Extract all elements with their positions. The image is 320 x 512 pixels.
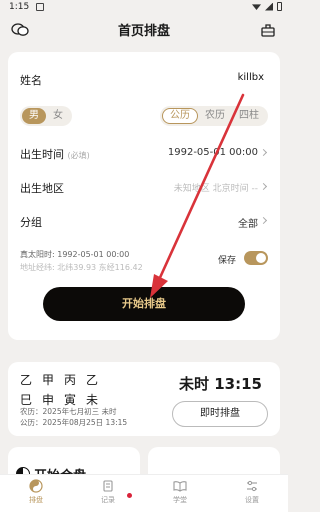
tab-school[interactable]: 学堂 xyxy=(160,479,200,505)
gender-female-option[interactable]: 女 xyxy=(46,108,70,124)
calendar-toggle: 公历 农历 四柱 xyxy=(160,106,268,126)
birth-time-label: 出生时间 xyxy=(20,148,64,161)
solar-date: 公历：2025年08月25日 13:15 xyxy=(20,418,128,427)
record-icon xyxy=(103,480,113,492)
toggle-knob xyxy=(256,253,266,263)
heavenly-stem: 乙 xyxy=(86,373,99,387)
notification-icon xyxy=(36,3,44,11)
status-icons xyxy=(252,2,282,11)
heavenly-stem: 甲 xyxy=(42,373,55,387)
group-value[interactable]: 全部 xyxy=(238,215,258,230)
tab-paipan[interactable]: 排盘 xyxy=(16,479,56,505)
signal-icon xyxy=(265,2,273,11)
briefcase-icon[interactable] xyxy=(260,22,276,38)
start-chart-button[interactable]: 开始排盘 xyxy=(43,287,245,321)
name-label: 姓名 xyxy=(20,74,42,87)
tab-label: 学堂 xyxy=(173,496,187,504)
title-bar: 首页排盘 xyxy=(0,16,288,46)
birth-time-row[interactable]: 出生时间 (必填) xyxy=(20,146,90,162)
yin-yang-icon xyxy=(29,479,43,493)
lunar-date: 农历：2025年七月初三 未时 xyxy=(20,407,117,416)
birth-time-value[interactable]: 1992-05-01 00:00 xyxy=(168,147,258,158)
tab-settings[interactable]: 设置 xyxy=(232,479,272,505)
solar-time-text: 真太阳时: 1992-05-01 00:00 xyxy=(20,250,130,259)
save-toggle[interactable] xyxy=(244,251,268,265)
tab-label: 排盘 xyxy=(29,496,43,504)
bazi-card: 乙 甲 丙 乙 巳 申 寅 未 农历：2025年七月初三 未时 公历：2025年… xyxy=(8,362,280,436)
bazi-pillars: 乙 甲 丙 乙 巳 申 寅 未 xyxy=(20,371,108,408)
heavenly-stem: 乙 xyxy=(20,373,33,387)
calendar-lunar-option[interactable]: 农历 xyxy=(198,108,232,124)
tab-bar: 排盘 记录 学堂 设置 xyxy=(0,474,288,512)
battery-icon xyxy=(277,2,282,11)
birth-place-value[interactable]: 未知地区 北京时间 -- xyxy=(174,181,258,194)
wifi-icon xyxy=(252,4,261,10)
birth-place-label: 出生地区 xyxy=(20,182,64,195)
chevron-right-icon xyxy=(259,182,268,191)
chevron-right-icon xyxy=(259,216,268,225)
chevron-right-icon xyxy=(259,148,268,157)
status-bar: 1:15 xyxy=(0,0,288,16)
status-time: 1:15 xyxy=(9,2,30,12)
calendar-pillars-option[interactable]: 四柱 xyxy=(232,108,266,124)
coordinates-text: 地址经纬: 北纬39.93 东经116.42 xyxy=(20,263,143,272)
tab-records[interactable]: 记录 xyxy=(88,479,128,505)
notification-dot xyxy=(127,493,132,498)
gender-toggle: 男 女 xyxy=(20,106,72,126)
current-hour: 未时 13:15 xyxy=(179,375,262,393)
settings-icon xyxy=(247,480,257,492)
save-label: 保存 xyxy=(217,256,236,266)
heavenly-stem: 丙 xyxy=(64,373,77,387)
gender-male-option[interactable]: 男 xyxy=(22,108,46,124)
name-input[interactable]: killbx xyxy=(238,72,264,83)
book-icon xyxy=(173,481,187,492)
group-label: 分组 xyxy=(20,216,42,229)
page-title: 首页排盘 xyxy=(117,24,170,39)
instant-chart-button[interactable]: 即时排盘 xyxy=(172,401,268,427)
tab-label: 设置 xyxy=(245,496,259,504)
calendar-solar-option[interactable]: 公历 xyxy=(162,108,198,124)
required-note: (必填) xyxy=(67,151,90,160)
tab-label: 记录 xyxy=(101,496,115,504)
